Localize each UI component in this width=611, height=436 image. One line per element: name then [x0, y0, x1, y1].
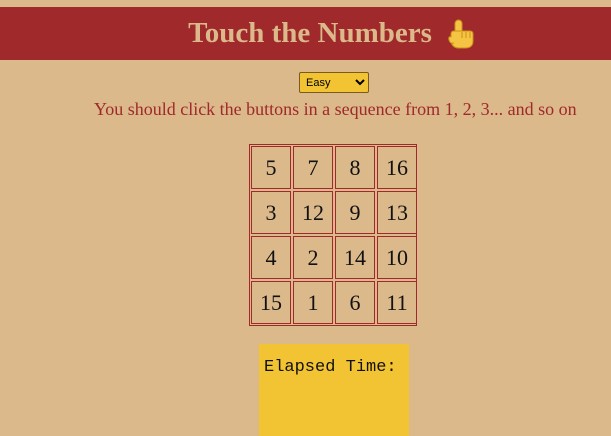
number-board: 5 7 8 16 3 12 9 13 4 2 14 10 15 1 6 11: [249, 144, 417, 326]
number-button[interactable]: 11: [377, 281, 417, 324]
instructions-text: You should click the buttons in a sequen…: [94, 99, 577, 119]
header-content: Touch the Numbers: [188, 17, 478, 51]
timer-panel: Elapsed Time:: [259, 344, 409, 436]
number-button[interactable]: 9: [335, 191, 375, 234]
number-button[interactable]: 8: [335, 146, 375, 189]
pointing-hand-icon: [444, 17, 478, 51]
number-button[interactable]: 1: [293, 281, 333, 324]
number-button[interactable]: 2: [293, 236, 333, 279]
number-button[interactable]: 5: [251, 146, 291, 189]
number-button[interactable]: 16: [377, 146, 417, 189]
top-strip: [0, 0, 611, 7]
number-button[interactable]: 14: [335, 236, 375, 279]
number-button[interactable]: 3: [251, 191, 291, 234]
header-bar: Touch the Numbers: [0, 7, 611, 60]
number-button[interactable]: 12: [293, 191, 333, 234]
number-button[interactable]: 15: [251, 281, 291, 324]
number-button[interactable]: 4: [251, 236, 291, 279]
difficulty-select[interactable]: Easy: [299, 72, 369, 93]
number-button[interactable]: 7: [293, 146, 333, 189]
number-button[interactable]: 10: [377, 236, 417, 279]
number-grid: 5 7 8 16 3 12 9 13 4 2 14 10 15 1 6 11: [251, 146, 417, 324]
number-button[interactable]: 13: [377, 191, 417, 234]
number-button[interactable]: 6: [335, 281, 375, 324]
page-title: Touch the Numbers: [188, 17, 432, 49]
elapsed-time-label: Elapsed Time:: [264, 358, 397, 377]
page: Touch the Numbers Easy You should click …: [0, 0, 611, 436]
